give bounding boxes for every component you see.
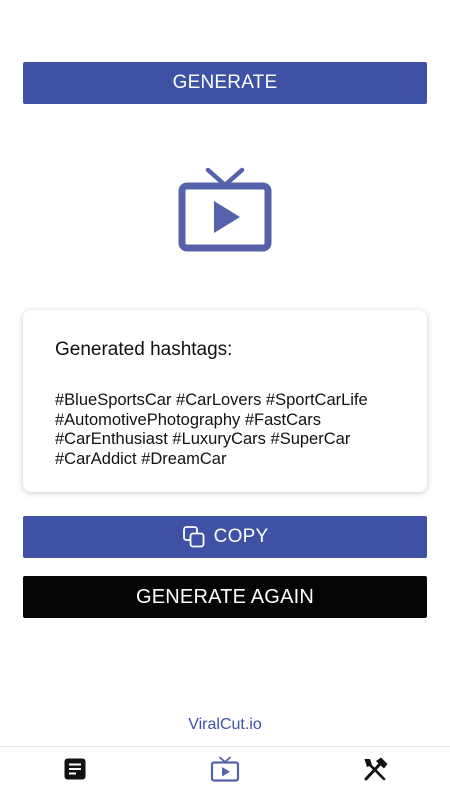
tv-play-icon xyxy=(178,167,272,253)
tab-documents[interactable] xyxy=(60,756,90,782)
copy-icon xyxy=(182,525,206,549)
generate-button[interactable]: GENERATE xyxy=(23,62,427,104)
hashtags-card: Generated hashtags: #BlueSportsCar #CarL… xyxy=(23,310,427,492)
hashtags-title: Generated hashtags: xyxy=(55,339,233,360)
app-screen: GENERATE Generated hashtags: #BlueSports… xyxy=(0,0,450,800)
generate-again-label: GENERATE AGAIN xyxy=(135,585,315,608)
generate-again-button[interactable]: GENERATE AGAIN xyxy=(23,576,427,618)
tools-icon xyxy=(361,756,389,782)
hashtags-text[interactable]: #BlueSportsCar #CarLovers #SportCarLife … xyxy=(55,391,400,469)
tab-tools[interactable] xyxy=(360,756,390,782)
copy-button[interactable]: COPY xyxy=(23,516,427,558)
document-icon xyxy=(63,757,87,781)
generate-button-label: GENERATE xyxy=(172,72,278,93)
tv-play-icon xyxy=(210,756,240,782)
bottom-tab-bar xyxy=(0,746,450,800)
copy-button-label: COPY xyxy=(213,526,269,547)
tab-video[interactable] xyxy=(210,756,240,782)
viralcut-link[interactable]: ViralCut.io xyxy=(0,716,450,734)
